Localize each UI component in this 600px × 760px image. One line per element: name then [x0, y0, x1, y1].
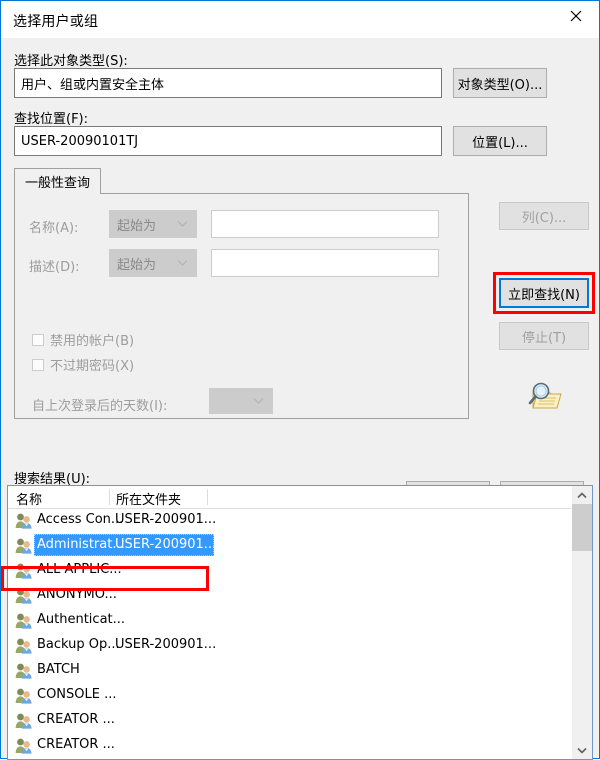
row-name: CREATOR ... — [37, 737, 115, 752]
table-row[interactable]: CREATOR ... — [8, 733, 572, 758]
column-separator[interactable] — [109, 489, 110, 505]
object-type-label: 选择此对象类型(S): — [14, 54, 128, 69]
location-field[interactable]: USER-20090101TJ — [14, 126, 442, 156]
chevron-up-icon — [577, 491, 587, 498]
row-name: Access Con... — [37, 512, 124, 527]
table-row[interactable]: BATCH — [8, 658, 572, 683]
days-since-last-logon-combobox[interactable] — [209, 388, 273, 414]
row-name: ALL APPLIC... — [37, 562, 122, 577]
chevron-down-icon — [177, 260, 188, 267]
row-name: BATCH — [37, 662, 80, 677]
group-icon — [15, 712, 33, 729]
close-icon — [570, 10, 582, 22]
group-icon — [15, 537, 33, 554]
tab-general-query[interactable]: 一般性查询 — [14, 168, 102, 194]
non-expiring-password-label: 不过期密码(X) — [50, 359, 135, 374]
chevron-down-icon — [177, 221, 188, 228]
name-condition-value: 起始为 — [117, 218, 157, 234]
table-row[interactable]: ALL APPLIC... — [8, 558, 572, 583]
disabled-accounts-label: 禁用的帐户(B) — [50, 334, 135, 349]
table-row[interactable]: Authenticat... — [8, 608, 572, 633]
non-expiring-password-checkbox[interactable]: 不过期密码(X) — [32, 355, 134, 374]
search-results-list[interactable]: 名称 所在文件夹 Access Con... USER-200901... Admi… — [7, 485, 593, 760]
table-row[interactable]: ANONYMO... — [8, 583, 572, 608]
column-separator[interactable] — [207, 489, 208, 505]
object-types-button[interactable]: 对象类型(O)... — [453, 68, 547, 98]
find-now-button[interactable]: 立即查找(N) — [499, 278, 589, 308]
row-name: Backup Op... — [37, 637, 120, 652]
row-name: CREATOR ... — [37, 712, 115, 727]
checkbox-box — [32, 358, 44, 371]
dialog-body: 选择此对象类型(S): 用户、组或内置安全主体 对象类型(O)... 查找位置(… — [1, 38, 599, 760]
row-folder: USER-200901... — [115, 637, 217, 652]
description-condition-value: 起始为 — [117, 257, 157, 273]
name-condition-combobox[interactable]: 起始为 — [109, 210, 197, 238]
columns-button[interactable]: 列(C)... — [499, 202, 589, 230]
tab-panel-seam — [15, 192, 100, 194]
group-icon — [15, 637, 33, 654]
results-scrollbar[interactable] — [571, 486, 592, 759]
column-header-folder[interactable]: 所在文件夹 — [116, 489, 181, 508]
days-since-last-logon-label: 自上次登录后的天数(I): — [32, 399, 168, 414]
locations-button[interactable]: 位置(L)... — [453, 126, 547, 156]
group-icon — [15, 612, 33, 629]
table-row[interactable]: CONSOLE ... — [8, 683, 572, 708]
group-icon — [15, 587, 33, 604]
chevron-down-icon — [577, 747, 587, 754]
title-bar: 选择用户或组 — [1, 1, 599, 38]
close-button[interactable] — [553, 1, 599, 31]
scrollbar-down-button[interactable] — [572, 741, 592, 759]
chevron-down-icon — [253, 398, 264, 405]
dialog-title: 选择用户或组 — [13, 14, 99, 30]
description-condition-combobox[interactable]: 起始为 — [109, 249, 197, 277]
group-icon — [15, 512, 33, 529]
table-row[interactable]: Administrat... USER-200901... — [8, 533, 572, 558]
scrollbar-thumb[interactable] — [572, 504, 592, 551]
group-icon — [15, 737, 33, 754]
row-folder: USER-200901... — [115, 537, 217, 552]
tab-strip: 一般性查询 — [14, 168, 469, 194]
location-label: 查找位置(F): — [14, 112, 89, 127]
table-row[interactable]: Access Con... USER-200901... — [8, 508, 572, 533]
group-icon — [15, 687, 33, 704]
row-folder: USER-200901... — [115, 512, 217, 527]
scrollbar-up-button[interactable] — [572, 486, 592, 504]
search-folder-icon — [523, 378, 567, 416]
group-icon — [15, 562, 33, 579]
select-users-or-groups-dialog: 选择用户或组 选择此对象类型(S): 用户、组或内置安全主体 对象类型(O)..… — [0, 0, 600, 760]
disabled-accounts-checkbox[interactable]: 禁用的帐户(B) — [32, 330, 134, 349]
row-name: Administrat... — [37, 537, 125, 552]
table-row[interactable]: CREATOR ... — [8, 708, 572, 733]
row-name: Authenticat... — [37, 612, 126, 627]
column-header-name[interactable]: 名称 — [16, 489, 42, 508]
results-rows-container: Access Con... USER-200901... Administrat..… — [8, 508, 572, 759]
object-type-field[interactable]: 用户、组或内置安全主体 — [14, 68, 442, 98]
description-value-input[interactable] — [211, 249, 439, 277]
results-column-header: 名称 所在文件夹 — [8, 486, 592, 509]
row-name: CONSOLE ... — [37, 687, 117, 702]
query-panel: 名称(A): 起始为 描述(D): 起始为 禁用的帐户(B) 不过期密码(X) … — [14, 193, 469, 419]
table-row[interactable]: Backup Op... USER-200901... — [8, 633, 572, 658]
checkbox-box — [32, 333, 44, 346]
description-label: 描述(D): — [29, 260, 80, 275]
group-icon — [15, 662, 33, 679]
stop-button[interactable]: 停止(T) — [499, 322, 589, 350]
name-value-input[interactable] — [211, 210, 439, 238]
row-name: ANONYMO... — [37, 587, 117, 602]
name-label: 名称(A): — [29, 221, 79, 236]
